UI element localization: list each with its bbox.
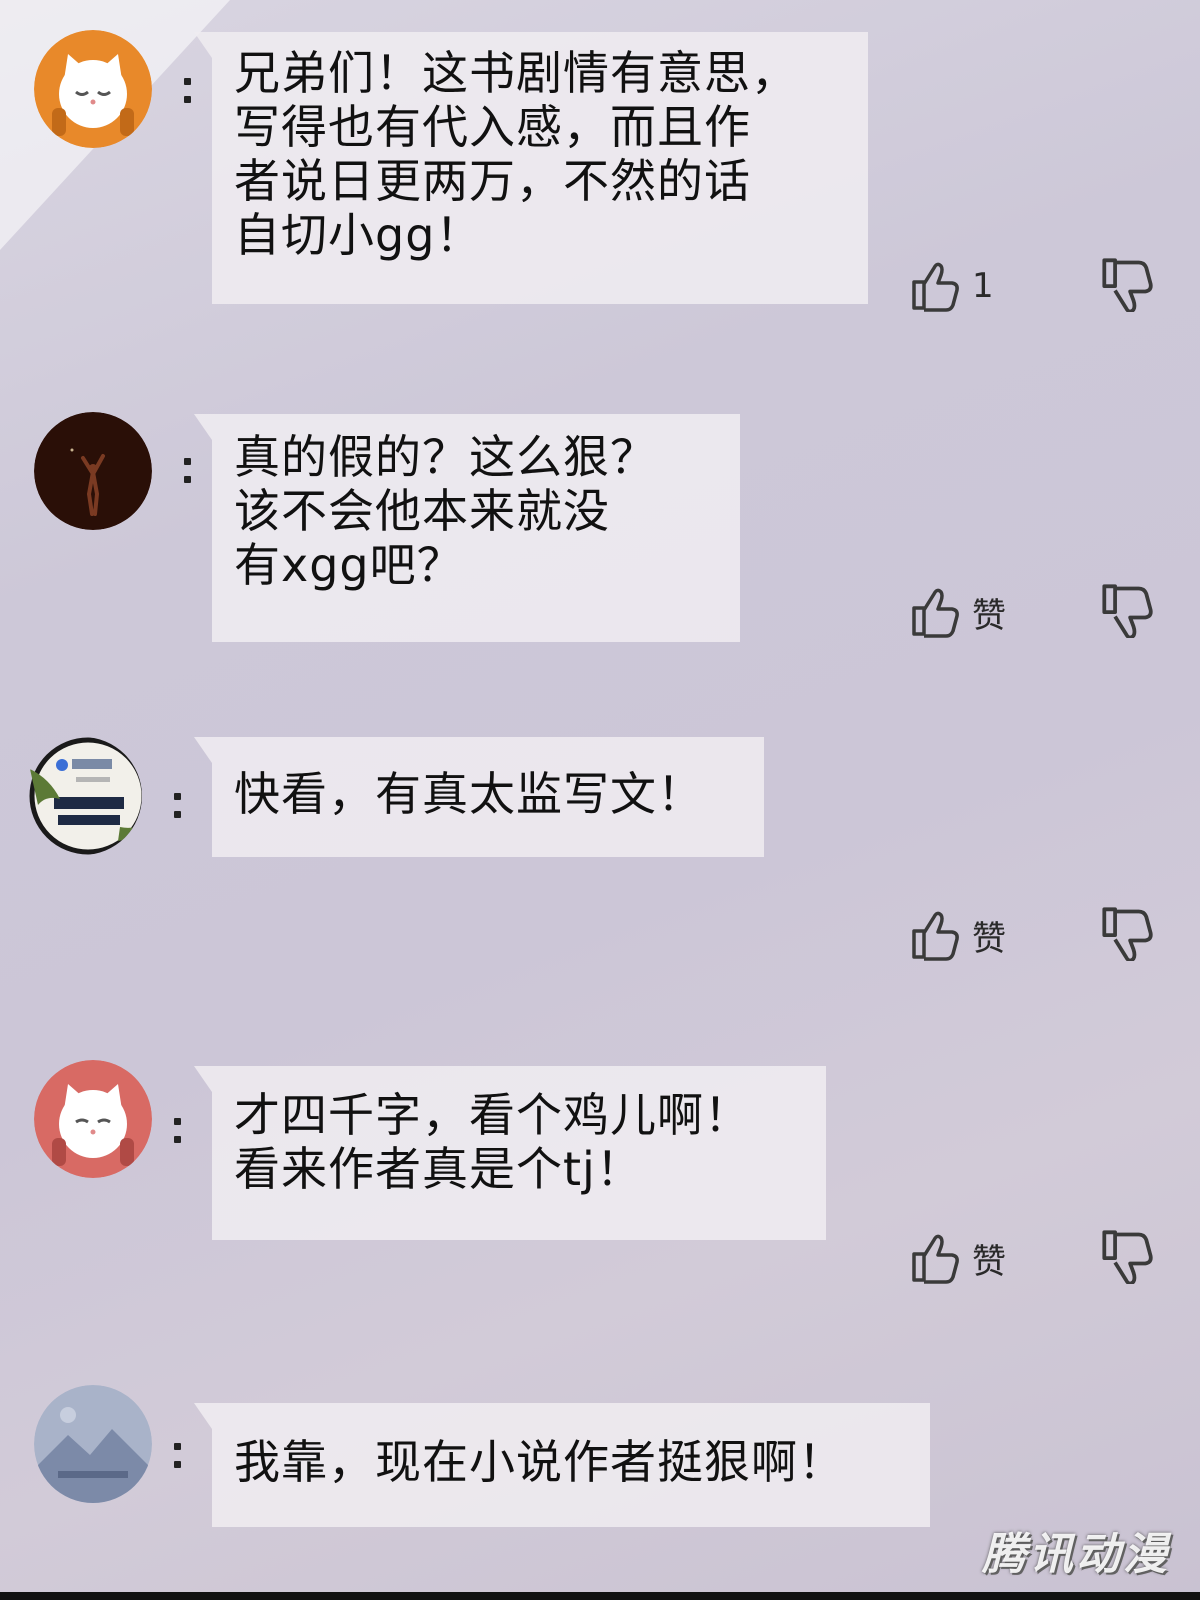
bottom-edge xyxy=(0,1592,1200,1600)
comment-actions: 赞 xyxy=(910,905,1170,965)
cat-avatar-orange[interactable] xyxy=(34,30,152,148)
thumbs-up-icon xyxy=(912,588,959,638)
dislike-button[interactable] xyxy=(1100,905,1156,965)
cat-avatar-red[interactable] xyxy=(34,1060,152,1178)
dislike-button[interactable] xyxy=(1100,1228,1156,1288)
comment-text-line: 我靠，现在小说作者挺狠啊！ xyxy=(234,1435,845,1489)
comment-text-line: 写得也有代入感，而且作 xyxy=(234,100,751,154)
comment-actions: 赞 xyxy=(910,582,1170,642)
comment-item: 才四千字，看个鸡儿啊！ 看来作者真是个tj！ 赞 xyxy=(0,1060,1200,1310)
comment-text-line: 有xgg吧？ xyxy=(234,538,464,592)
watermark-logo: 腾讯动漫 xyxy=(982,1529,1170,1580)
comment-bubble: 我靠，现在小说作者挺狠啊！ xyxy=(194,1403,930,1527)
comment-item: 快看，有真太监写文！ 赞 xyxy=(0,735,1200,985)
like-button[interactable]: 赞 xyxy=(910,582,1006,642)
thumbs-up-icon xyxy=(912,911,959,961)
colon-separator xyxy=(178,456,198,486)
like-button[interactable]: 赞 xyxy=(910,1228,1006,1288)
comment-text-line: 者说日更两万，不然的话 xyxy=(234,154,751,208)
comment-item: 真的假的？这么狠？ 该不会他本来就没 有xgg吧？ 赞 xyxy=(0,410,1200,660)
comment-text-line: 看来作者真是个tj！ xyxy=(234,1142,643,1196)
comment-text-line: 真的假的？这么狠？ xyxy=(234,430,657,484)
comment-bubble: 才四千字，看个鸡儿啊！ 看来作者真是个tj！ xyxy=(194,1066,826,1240)
comment-item: 我靠，现在小说作者挺狠啊！ xyxy=(0,1385,1200,1535)
comment-actions: 1 xyxy=(910,256,1170,316)
comment-text-line: 才四千字，看个鸡儿啊！ xyxy=(234,1088,751,1142)
like-button[interactable]: 1 xyxy=(910,256,994,316)
thumbs-up-icon xyxy=(912,1234,959,1284)
comment-bubble: 兄弟们！这书剧情有意思， 写得也有代入感，而且作 者说日更两万，不然的话 自切小… xyxy=(194,32,868,304)
thumbs-down-icon xyxy=(1102,907,1153,963)
like-button[interactable]: 赞 xyxy=(910,905,1006,965)
thumbs-down-icon xyxy=(1102,258,1153,314)
thumbs-down-icon xyxy=(1102,1230,1153,1286)
comment-text-line: 该不会他本来就没 xyxy=(234,484,610,538)
thumbs-down-icon xyxy=(1102,584,1153,640)
colon-separator xyxy=(168,1116,188,1146)
colon-separator xyxy=(178,76,198,106)
thumbs-up-icon xyxy=(912,262,959,312)
like-label: 赞 xyxy=(972,595,1006,636)
comment-text-line: 兄弟们！这书剧情有意思， xyxy=(234,46,798,100)
comment-bubble: 真的假的？这么狠？ 该不会他本来就没 有xgg吧？ xyxy=(194,414,740,642)
like-label: 赞 xyxy=(972,1241,1006,1282)
comment-actions: 赞 xyxy=(910,1228,1170,1288)
like-count: 1 xyxy=(972,266,994,306)
comment-bubble: 快看，有真太监写文！ xyxy=(194,737,764,857)
comment-text-line: 快看，有真太监写文！ xyxy=(234,767,704,821)
dark-figure-avatar[interactable] xyxy=(34,412,152,530)
qq-logo-avatar[interactable] xyxy=(24,737,142,855)
dislike-button[interactable] xyxy=(1100,582,1156,642)
colon-separator xyxy=(168,1441,188,1471)
comment-text-line: 自切小gg！ xyxy=(234,208,483,262)
comment-item: 兄弟们！这书剧情有意思， 写得也有代入感，而且作 者说日更两万，不然的话 自切小… xyxy=(0,30,1200,330)
dislike-button[interactable] xyxy=(1100,256,1156,316)
colon-separator xyxy=(168,791,188,821)
landscape-placeholder-avatar[interactable] xyxy=(34,1385,152,1503)
like-label: 赞 xyxy=(972,918,1006,959)
